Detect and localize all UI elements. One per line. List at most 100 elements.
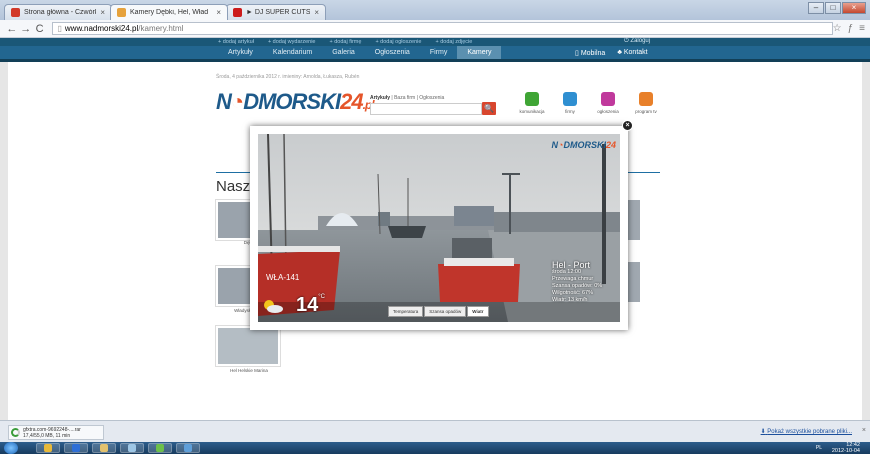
category-label: program tv	[635, 109, 657, 114]
top-link-add-company[interactable]: + dodaj firmę	[329, 39, 361, 45]
app-icon	[128, 444, 136, 452]
temperature-unit: °C	[318, 294, 325, 300]
top-link-add-photo[interactable]: + dodaj zdjęcie	[435, 39, 472, 45]
window-close-button[interactable]: ×	[842, 2, 866, 14]
category-label: firmy	[565, 109, 575, 114]
weather-time: środa 12:00	[552, 269, 582, 275]
mobile-label: Mobilna	[580, 49, 606, 57]
app-icon	[184, 444, 192, 452]
person-icon: ♣	[617, 49, 622, 56]
download-progress-icon	[11, 428, 20, 437]
boat-label: WŁA-141	[266, 273, 300, 282]
taskbar-photoshop[interactable]	[64, 443, 88, 453]
logo-letter: N	[216, 89, 232, 114]
camera-thumb-hel-marina[interactable]	[216, 326, 280, 366]
tab-wind[interactable]: Wiatr	[467, 306, 489, 317]
favicon-icon	[117, 8, 126, 17]
minimize-button[interactable]: –	[808, 2, 824, 14]
taskbar-app-5[interactable]	[148, 443, 172, 453]
system-clock[interactable]: 12:42 2012-10-04	[832, 442, 860, 454]
top-link-add-ad[interactable]: + dodaj ogłoszenie	[375, 39, 421, 45]
top-link-add-event[interactable]: + dodaj wydarzenie	[268, 39, 316, 45]
login-label: Zaloguj	[630, 38, 651, 44]
download-progress-text: 17,4/55,0 MB, 11 min	[23, 433, 71, 439]
lightbox-close-button[interactable]: ×	[622, 120, 633, 131]
logo-number: 24	[340, 89, 364, 114]
site-top-strip: + dodaj artykuł + dodaj wydarzenie + dod…	[0, 38, 870, 46]
search-input[interactable]	[370, 103, 482, 115]
download-bar-close-button[interactable]: ×	[862, 427, 866, 434]
weather-humidity: Wilgotność: 67%	[552, 290, 593, 296]
contact-label: Kontakt	[623, 49, 648, 56]
tab-close-icon[interactable]: ×	[314, 8, 319, 17]
category-ads[interactable]: ogłoszenia	[590, 92, 626, 114]
weather-wind: Wiatr: 13 km/h	[552, 297, 588, 303]
tab-close-icon[interactable]: ×	[216, 8, 221, 17]
maximize-button[interactable]: □	[825, 2, 841, 14]
weather-info: Hel - Port środa 12:00 Przewaga chmur Sz…	[552, 261, 603, 304]
reload-button[interactable]: C	[33, 23, 47, 35]
forward-button[interactable]: →	[19, 23, 33, 35]
watermark-word: DMORSKI	[563, 140, 606, 150]
search-tab-others[interactable]: | Baza firm | Ogłoszenia	[391, 95, 444, 101]
partly-cloudy-icon	[264, 300, 283, 313]
temperature-value: 14	[296, 294, 319, 316]
favicon-icon	[11, 8, 20, 17]
search-tab-articles[interactable]: Artykuły	[370, 95, 390, 101]
chrome-icon	[44, 444, 52, 452]
contact-link[interactable]: ♣ Kontakt	[617, 49, 647, 56]
top-link-add-article[interactable]: + dodaj artykuł	[218, 39, 254, 45]
weather-condition: Przewaga chmur	[552, 276, 594, 282]
extension-icon[interactable]: ƒ	[848, 23, 854, 34]
logo-word: DMORSKI	[243, 89, 341, 114]
weather-rain-chance: Szansa opadów: 0%	[552, 283, 603, 289]
window-controls: – □ ×	[808, 2, 866, 14]
tab-1[interactable]: Strona główna - Czwórki ×	[4, 4, 112, 20]
tv-icon	[639, 92, 653, 106]
briefcase-icon	[563, 92, 577, 106]
menu-icon[interactable]: ≡	[859, 23, 865, 34]
site-logo[interactable]: N◔DMORSKI24.pl	[216, 89, 375, 115]
tab-3[interactable]: ► DJ SUPER CUTS 2 - ×	[226, 4, 326, 20]
temperature-readout: 14°C	[296, 294, 325, 317]
nav-cameras[interactable]: Kamery	[457, 46, 502, 59]
back-button[interactable]: ←	[5, 23, 19, 35]
taskbar-app-6[interactable]	[176, 443, 200, 453]
nav-ads[interactable]: Ogłoszenia	[365, 46, 420, 59]
clock-date: 2012-10-04	[831, 448, 860, 454]
language-indicator[interactable]: PL	[816, 445, 822, 451]
mobile-link[interactable]: ▯ Mobilna	[575, 49, 605, 57]
search-button[interactable]: 🔍	[482, 102, 496, 115]
nav-gallery[interactable]: Galeria	[322, 46, 365, 59]
category-transport[interactable]: komunikacja	[514, 92, 550, 114]
login-link[interactable]: ⏻ Zaloguj	[624, 38, 650, 45]
folder-icon	[100, 444, 108, 452]
category-companies[interactable]: firmy	[552, 92, 588, 114]
download-bar: gfxtra.com-9692248-....rar 17,4/55,0 MB,…	[0, 420, 870, 442]
watermark-number: 24	[605, 140, 616, 150]
photoshop-icon	[72, 444, 80, 452]
taskbar-app-4[interactable]	[120, 443, 144, 453]
browser-toolbar: ← → C ▯ www.nadmorski24.pl /kamery.html …	[0, 20, 870, 38]
search-tabs: Artykuły | Baza firm | Ogłoszenia	[370, 95, 444, 101]
nav-companies[interactable]: Firmy	[420, 46, 458, 59]
address-bar[interactable]: ▯ www.nadmorski24.pl /kamery.html	[52, 22, 833, 35]
show-all-downloads-link[interactable]: ⬇ Pokaż wszystkie pobrane pliki...	[761, 428, 852, 435]
nav-articles[interactable]: Artykuły	[218, 46, 263, 59]
tab-2-active[interactable]: Kamery Dębki, Hel, Wład ×	[110, 4, 228, 20]
show-all-label: Pokaż wszystkie pobrane pliki...	[767, 429, 852, 435]
bookmark-star-icon[interactable]: ☆	[833, 23, 842, 34]
taskbar-chrome[interactable]	[36, 443, 60, 453]
tab-temperature[interactable]: Temperatura	[388, 306, 424, 317]
photo-watermark: N◔DMORSKI24	[551, 140, 616, 150]
tab-title: ► DJ SUPER CUTS 2 -	[246, 9, 311, 16]
tab-rain-chance[interactable]: Szansa opadów	[424, 306, 467, 317]
tab-close-icon[interactable]: ×	[100, 8, 105, 17]
category-label: komunikacja	[519, 109, 545, 114]
dateline: Środa, 4 października 2012 r. imieniny: …	[216, 74, 360, 80]
category-tv[interactable]: program tv	[628, 92, 664, 114]
download-item[interactable]: gfxtra.com-9692248-....rar 17,4/55,0 MB,…	[8, 425, 104, 440]
taskbar-explorer[interactable]	[92, 443, 116, 453]
nav-calendar[interactable]: Kalendarium	[263, 46, 322, 59]
start-button[interactable]	[4, 442, 18, 454]
